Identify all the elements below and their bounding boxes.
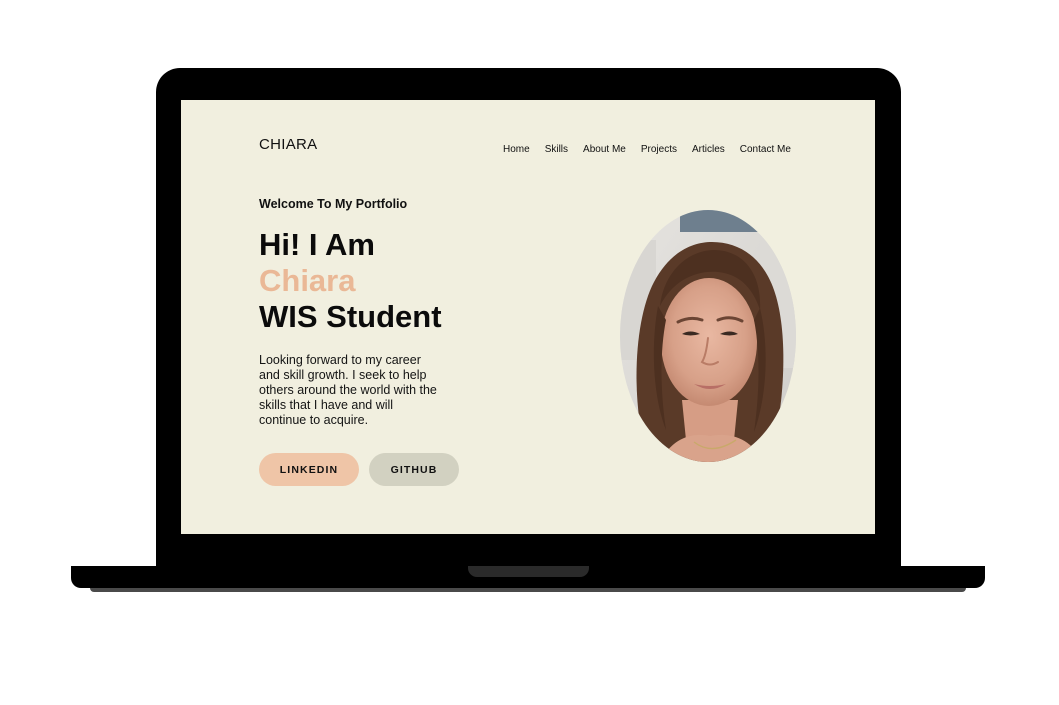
nav-link-projects[interactable]: Projects: [641, 144, 677, 155]
portfolio-screen: CHIARA Home Skills About Me Projects Art…: [181, 100, 875, 534]
nav-link-about-me[interactable]: About Me: [583, 144, 626, 155]
nav-item-home: Home: [503, 139, 530, 157]
laptop-base: [71, 566, 985, 588]
nav-link-articles[interactable]: Articles: [692, 144, 725, 155]
main-nav: Home Skills About Me Projects Articles C…: [503, 139, 791, 157]
headline-name: Chiara: [259, 263, 356, 298]
nav-link-skills[interactable]: Skills: [545, 144, 568, 155]
github-button[interactable]: GITHUB: [369, 453, 459, 486]
headline-greeting: Hi! I Am: [259, 227, 375, 262]
laptop-mockup: CHIARA Home Skills About Me Projects Art…: [0, 0, 1059, 705]
headline-role: WIS Student: [259, 299, 442, 334]
laptop-lid: CHIARA Home Skills About Me Projects Art…: [156, 68, 901, 568]
hero-bio: Looking forward to my career and skill g…: [259, 353, 437, 427]
site-brand[interactable]: CHIARA: [259, 136, 317, 153]
profile-photo: [620, 210, 796, 462]
nav-link-home[interactable]: Home: [503, 144, 530, 155]
linkedin-button[interactable]: LINKEDIN: [259, 453, 359, 486]
laptop-base-shadow: [90, 588, 966, 592]
welcome-text: Welcome To My Portfolio: [259, 197, 408, 211]
laptop-notch: [468, 566, 589, 577]
nav-item-contact-me: Contact Me: [740, 139, 791, 157]
nav-item-about-me: About Me: [583, 139, 626, 157]
nav-item-skills: Skills: [545, 139, 568, 157]
nav-link-contact-me[interactable]: Contact Me: [740, 144, 791, 155]
nav-item-projects: Projects: [641, 139, 677, 157]
nav-item-articles: Articles: [692, 139, 725, 157]
hero-headline: Hi! I Am Chiara WIS Student: [259, 227, 442, 335]
